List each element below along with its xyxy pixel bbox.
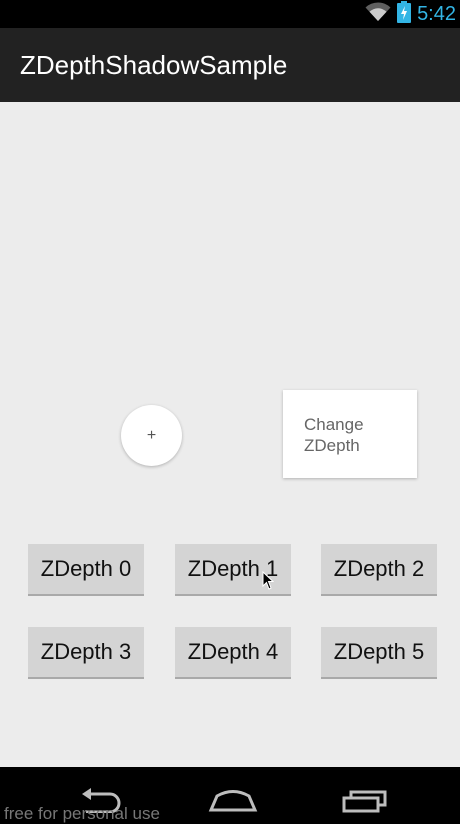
action-bar: ZDepthShadowSample [0,28,460,102]
watermark-text: free for personal use [4,804,160,823]
app-title: ZDepthShadowSample [20,50,288,80]
battery-charging-icon [397,0,412,28]
zdepth-0-button[interactable]: ZDepth 0 [28,544,144,596]
status-bar: 5:42 [0,0,460,28]
zdepth-2-button[interactable]: ZDepth 2 [321,544,437,596]
recents-icon[interactable] [342,789,388,818]
status-time: 5:42 [417,2,456,25]
zdepth-4-button[interactable]: ZDepth 4 [175,627,291,679]
zdepth-3-button[interactable]: ZDepth 3 [28,627,144,679]
status-icons: 5:42 [365,0,460,28]
circle-shadow-button[interactable]: + [121,405,182,466]
mouse-cursor-icon [262,570,275,596]
zdepth-5-button[interactable]: ZDepth 5 [321,627,437,679]
wifi-icon [365,1,391,27]
home-icon[interactable] [208,787,258,818]
navigation-bar: free for personal use [0,767,460,824]
change-zdepth-card[interactable]: Change ZDepth [283,390,417,478]
change-zdepth-label: Change ZDepth [304,415,364,455]
